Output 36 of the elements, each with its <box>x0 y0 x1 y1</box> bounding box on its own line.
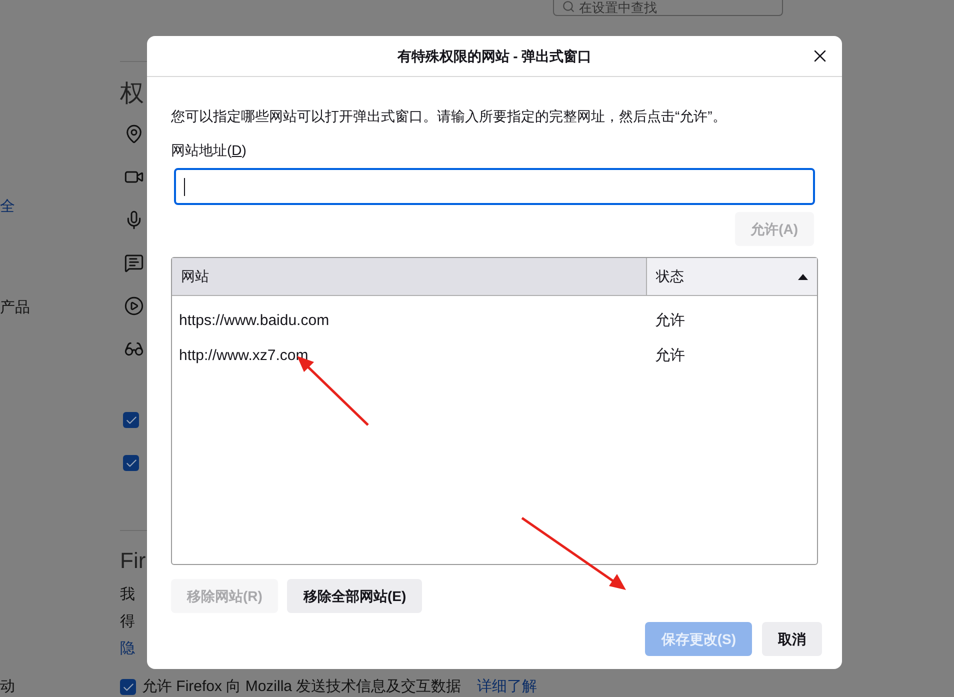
play-circle-icon <box>124 296 144 316</box>
address-input-field[interactable] <box>174 168 815 205</box>
privacy-link[interactable]: 隐 <box>120 635 135 662</box>
speech-bubble-icon <box>124 253 144 273</box>
field-label: 网站地址(D) <box>171 141 248 160</box>
sidebar-link[interactable]: 全 <box>0 196 15 218</box>
checkbox[interactable] <box>120 679 136 696</box>
sort-ascending-icon <box>798 274 808 280</box>
sidebar-item[interactable]: 动 <box>0 676 15 697</box>
status-cell-text: 允许 <box>654 346 686 366</box>
table-row[interactable]: https://www.baidu.com 允许 <box>172 304 817 339</box>
body-text: 我 <box>120 585 135 605</box>
status-cell-text: 允许 <box>654 311 686 332</box>
check-icon <box>124 456 138 470</box>
remove-all-sites-button[interactable]: 移除全部网站(E) <box>287 579 422 613</box>
text-cursor <box>184 178 185 196</box>
column-header[interactable]: 网站 <box>172 258 646 295</box>
cancel-button[interactable]: 取消 <box>762 622 822 656</box>
dialog-title: 有特殊权限的网站 - 弹出式窗口 <box>397 46 592 66</box>
checkbox[interactable] <box>123 412 139 428</box>
sidebar-item[interactable]: 产品 <box>0 296 30 319</box>
checkbox[interactable] <box>123 455 139 471</box>
site-cell-text: http://www.xz7.com <box>178 346 310 366</box>
location-pin-icon <box>124 124 144 144</box>
checkbox-label: 允许 Firefox 向 Mozilla 发送技术信息及交互数据 <box>142 677 462 697</box>
search-field[interactable]: 在设置中查找 <box>553 0 783 16</box>
table-row[interactable]: http://www.xz7.com 允许 <box>172 339 817 374</box>
column-header[interactable]: 状态 <box>646 258 817 295</box>
section-heading: 权 <box>120 79 145 109</box>
site-cell-text: https://www.baidu.com <box>178 311 330 332</box>
description-text: 您可以指定哪些网站可以打开弹出式窗口。请输入所要指定的完整网址，然后点击“允许”。 <box>171 107 728 126</box>
search-icon <box>562 0 575 13</box>
learn-more-link[interactable]: 详细了解 <box>477 676 538 697</box>
check-icon <box>124 414 138 426</box>
body-text: 得 <box>120 612 135 632</box>
section-heading: Fir <box>120 547 146 575</box>
